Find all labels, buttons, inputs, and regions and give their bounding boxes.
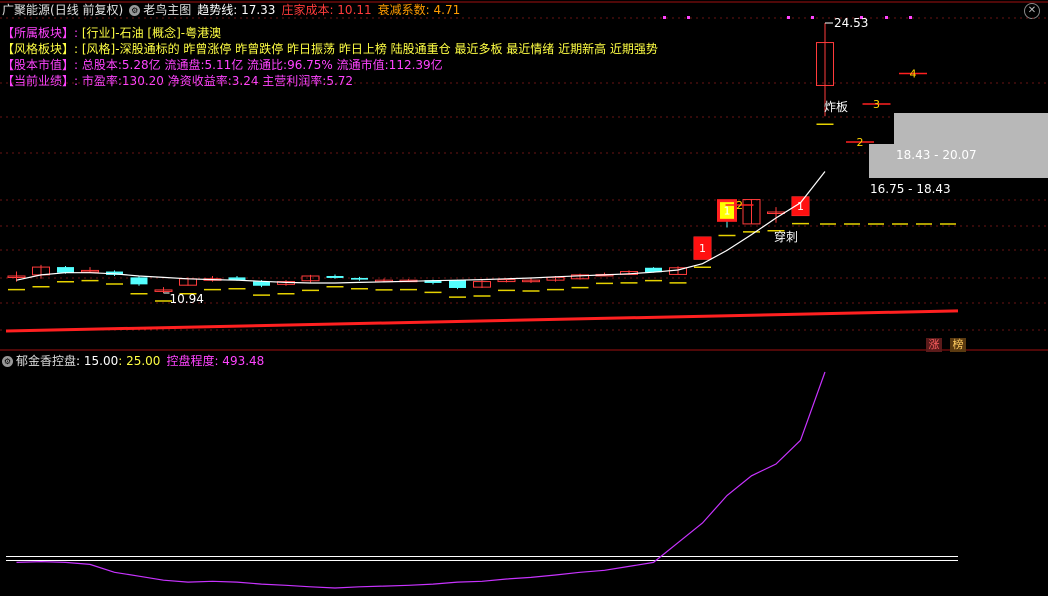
ref-value-2: : 25.00: [118, 354, 161, 368]
marker-dot: [811, 16, 814, 19]
signal-number: 1: [724, 204, 731, 217]
zone-upper-label: 18.43 - 20.07: [896, 148, 977, 162]
pierce-label: 穿刺: [774, 229, 798, 244]
zone-lower-label: 16.75 - 18.43: [870, 182, 951, 196]
step-label: 3: [873, 98, 880, 111]
candle-body: [351, 277, 368, 280]
price-chart[interactable]: 18.43 - 20.0716.75 - 18.43 111 10.9424.5…: [0, 0, 1048, 596]
sub-indicator: [6, 371, 958, 589]
low-price-label: 10.94: [170, 292, 204, 306]
candle-body: [449, 280, 466, 288]
price-zones: 18.43 - 20.07 16.75 - 18.43: [5, 113, 1048, 333]
control-degree-line: [16, 371, 826, 589]
board-list-tag[interactable]: 榜: [950, 338, 966, 352]
marker-dot: [787, 16, 790, 19]
sub-indicator-name[interactable]: 郁金香控盘: [16, 354, 76, 368]
control-degree-value: 控盘程度: 493.48: [166, 354, 265, 368]
candles: 111: [7, 23, 834, 302]
candle-body: [326, 276, 344, 278]
signal-number: 1: [699, 242, 706, 255]
marker-dot: [909, 16, 912, 19]
candle-body: [253, 281, 270, 286]
high-price-label: 24.53: [834, 16, 868, 30]
sub-panel-header: ⚙ 郁金香控盘: 15.00: 25.00 控盘程度: 493.48: [2, 353, 264, 369]
marker-dot: [687, 16, 690, 19]
ref-value-1: : 15.00: [76, 354, 119, 368]
step-label: 2: [736, 199, 743, 212]
step-label: 2: [857, 136, 864, 149]
limit-up-tag[interactable]: 涨: [926, 338, 942, 352]
zone-upper: [894, 113, 1048, 144]
step-label: 4: [910, 67, 917, 80]
sub-settings-gear-icon[interactable]: ⚙: [2, 356, 13, 367]
annotations: 10.94 24.53 炸板穿刺 2 2 3 4: [163, 16, 956, 306]
candle-body: [130, 277, 148, 285]
marker-dot: [885, 16, 888, 19]
dealer-cost-line: [5, 309, 959, 333]
candle-body: [57, 267, 74, 273]
explode-label: 炸板: [824, 100, 848, 114]
trend-line: [16, 171, 826, 284]
marker-dot: [663, 16, 666, 19]
